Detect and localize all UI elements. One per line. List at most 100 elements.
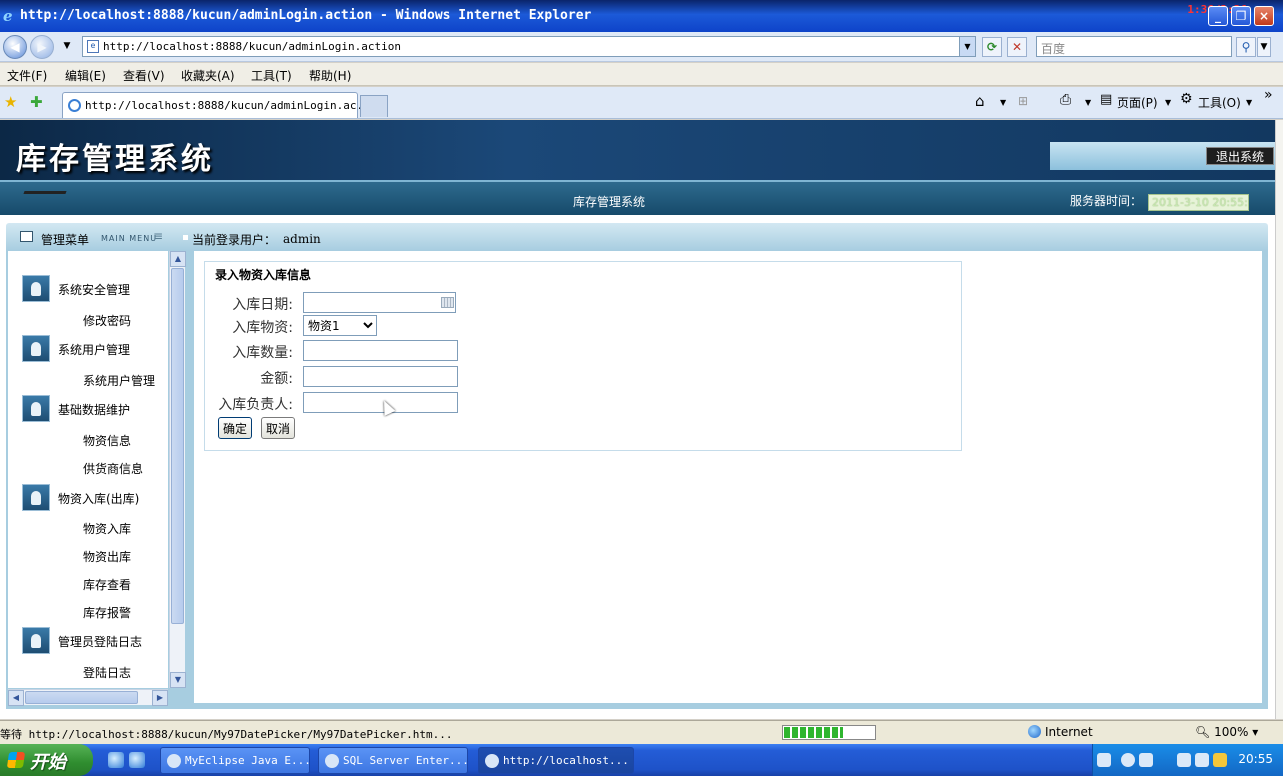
menu-view[interactable]: 查看(V): [123, 67, 165, 84]
favorites-star-icon[interactable]: ★: [4, 93, 17, 111]
print-icon[interactable]: ⎙: [1060, 92, 1071, 108]
sidebar-category-label: 系统安全管理: [58, 283, 131, 297]
sidebar-item-stock-in[interactable]: 物资入库: [83, 520, 131, 537]
tools-dropdown-icon[interactable]: ▼: [1246, 98, 1252, 107]
sidebar: 系统安全管理 修改密码 系统用户管理 系统用户管理 基础数据维护 物资信息 供货…: [8, 251, 168, 688]
start-button[interactable]: 开始: [0, 744, 93, 776]
current-user: admin: [283, 232, 321, 246]
home-dropdown-icon[interactable]: ▼: [1000, 98, 1006, 107]
new-tab-button[interactable]: [360, 95, 388, 117]
search-options-icon[interactable]: ▼: [1257, 37, 1271, 57]
network-icon[interactable]: [1139, 753, 1153, 767]
tray-app-icon[interactable]: [1177, 753, 1191, 767]
current-user-label: 当前登录用户：: [192, 233, 277, 247]
material-label: 入库物资:: [232, 320, 293, 336]
refresh-button[interactable]: ⟳: [982, 37, 1002, 57]
sidebar-item-stock-out[interactable]: 物资出库: [83, 548, 131, 565]
feeds-icon[interactable]: ⊞: [1018, 94, 1028, 108]
sidebar-item-change-password[interactable]: 修改密码: [83, 312, 131, 329]
task-ie[interactable]: http://localhost...: [478, 747, 634, 774]
cancel-button[interactable]: 取消: [261, 417, 296, 439]
progress-fill: [784, 727, 843, 738]
scroll-left-icon[interactable]: ◀: [8, 690, 24, 706]
menu-help[interactable]: 帮助(H): [309, 67, 351, 84]
sidebar-item-login-log[interactable]: 登陆日志: [83, 664, 131, 681]
sidebar-category-label: 物资入库(出库): [58, 492, 140, 506]
menu-file[interactable]: 文件(F): [7, 67, 47, 84]
calendar-icon[interactable]: [441, 297, 454, 308]
tools-menu[interactable]: 工具(O): [1198, 94, 1241, 111]
search-icon[interactable]: ⚲: [1236, 37, 1256, 57]
tab-active[interactable]: http://localhost:8888/kucun/adminLogin.a…: [62, 92, 376, 118]
restore-button[interactable]: ❐: [1231, 6, 1251, 26]
stock-in-form: 录入物资入库信息 入库日期: 入库物资: 物资1 入库数量: 金额: 入库负责人…: [204, 261, 962, 451]
sidebar-item-user-management[interactable]: 系统用户管理: [83, 372, 155, 389]
sidebar-item-stock-view[interactable]: 库存查看: [83, 576, 131, 593]
material-select[interactable]: 物资1: [303, 315, 377, 336]
sidebar-horizontal-scrollbar[interactable]: ◀ ▶: [8, 689, 168, 706]
system-title: 库存管理系统: [16, 142, 214, 177]
forward-button[interactable]: ▶: [30, 35, 54, 59]
date-input[interactable]: [303, 292, 456, 313]
submit-button[interactable]: 确定: [218, 417, 253, 439]
material-row: 入库物资: 物资1: [205, 315, 505, 337]
print-dropdown-icon[interactable]: ▼: [1085, 98, 1091, 107]
scroll-thumb[interactable]: [25, 691, 138, 704]
panel-header: 管理菜单 MAIN MENU ≡ 当前登录用户： admin: [6, 223, 1268, 251]
menu-title: 管理菜单: [41, 233, 90, 247]
gear-icon: ⚙: [1180, 91, 1193, 107]
ie-quicklaunch-icon[interactable]: [108, 752, 124, 768]
chevron-more-icon[interactable]: »: [1264, 87, 1273, 103]
menu-title-en: MAIN MENU: [101, 234, 158, 243]
quantity-input[interactable]: [303, 340, 458, 361]
add-favorite-icon[interactable]: ✚: [30, 93, 43, 111]
sidebar-item-stock-alert[interactable]: 库存报警: [83, 604, 131, 621]
web-content: 库存管理系统 退出系统 库存管理系统 服务器时间： 2011-3-10 20:5…: [0, 120, 1275, 719]
amount-input[interactable]: [303, 366, 458, 387]
menu-tools[interactable]: 工具(T): [251, 67, 292, 84]
page-dropdown-icon[interactable]: ▼: [1165, 98, 1171, 107]
stop-button[interactable]: ✕: [1007, 37, 1027, 57]
page-icon: e: [87, 40, 99, 53]
amount-row: 金额:: [205, 366, 505, 388]
history-dropdown-icon[interactable]: ▼: [57, 37, 77, 57]
task-label: SQL Server Enter...: [343, 754, 468, 767]
page-scrollbar[interactable]: [1275, 120, 1283, 719]
task-label: MyEclipse Java E...: [185, 754, 310, 767]
sidebar-vertical-scrollbar[interactable]: ▲ ▼: [169, 251, 186, 688]
scroll-right-icon[interactable]: ▶: [152, 690, 168, 706]
minimize-button[interactable]: _: [1208, 6, 1228, 26]
back-button[interactable]: ◀: [3, 35, 27, 59]
sidebar-item-material-info[interactable]: 物资信息: [83, 432, 131, 449]
search-input[interactable]: 百度: [1036, 36, 1232, 57]
logout-button[interactable]: 退出系统: [1206, 147, 1274, 165]
zoom-icon: 🔍︎: [1195, 725, 1211, 739]
server-time-label: 服务器时间：: [1070, 194, 1143, 208]
scroll-up-icon[interactable]: ▲: [170, 251, 186, 267]
home-icon[interactable]: ⌂: [975, 92, 985, 110]
quantity-label: 入库数量:: [232, 345, 293, 361]
menu-edit[interactable]: 编辑(E): [65, 67, 106, 84]
menu-favorites[interactable]: 收藏夹(A): [181, 67, 235, 84]
ie-icon: [485, 754, 499, 768]
task-myeclipse[interactable]: MyEclipse Java E...: [160, 747, 310, 774]
keyboard-icon[interactable]: [1097, 753, 1111, 767]
address-input[interactable]: e http://localhost:8888/kucun/adminLogin…: [82, 36, 976, 57]
task-sqlserver[interactable]: SQL Server Enter...: [318, 747, 468, 774]
page-menu[interactable]: 页面(P): [1117, 94, 1158, 111]
subtitle: 库存管理系统: [573, 195, 646, 209]
user-icon: [22, 395, 50, 422]
shield-icon[interactable]: [1213, 753, 1227, 767]
form-title: 录入物资入库信息: [215, 268, 312, 282]
sidebar-item-supplier-info[interactable]: 供货商信息: [83, 460, 143, 477]
address-dropdown-icon[interactable]: ▼: [959, 37, 975, 56]
close-button[interactable]: ×: [1254, 6, 1274, 26]
scroll-thumb[interactable]: [171, 268, 184, 624]
scroll-down-icon[interactable]: ▼: [170, 672, 186, 688]
status-bar: 等待 http://localhost:8888/kucun/My97DateP…: [0, 720, 1283, 744]
zoom-control[interactable]: 🔍︎ 100% ▾: [1195, 725, 1258, 739]
sidebar-category-label: 管理员登陆日志: [58, 635, 143, 649]
tray-arrow-icon[interactable]: [1121, 753, 1135, 767]
desktop-quicklaunch-icon[interactable]: [129, 752, 145, 768]
volume-icon[interactable]: [1195, 753, 1209, 767]
